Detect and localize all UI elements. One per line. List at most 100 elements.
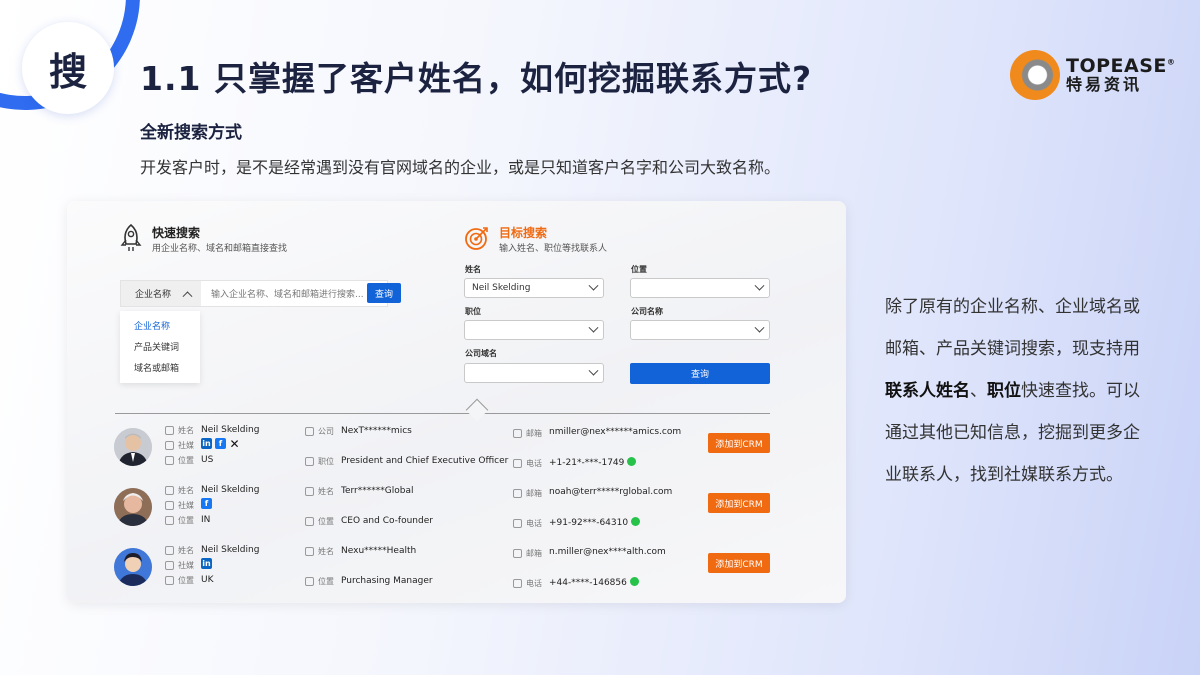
phone-icon (513, 579, 522, 588)
company-domain-label: 公司域名 (465, 349, 497, 358)
facebook-icon[interactable]: f (215, 438, 226, 449)
mail-icon (513, 429, 522, 438)
location-pin-icon (165, 576, 174, 585)
linkedin-icon[interactable]: in (201, 558, 212, 569)
building-icon (305, 427, 314, 436)
rocket-icon (119, 223, 143, 253)
logo-text-cn: 特易资讯 (1066, 74, 1143, 94)
x-icon[interactable]: ✕ (229, 437, 240, 451)
dropdown-option-keyword[interactable]: 产品关键词 (120, 338, 200, 359)
person-icon (165, 486, 174, 495)
contact-title: President and Chief Executive Officer (341, 456, 509, 466)
social-icon (165, 501, 174, 510)
contact-company: Nexu*****Health (341, 546, 417, 556)
search-type-dropdown: 企业名称 产品关键词 域名或邮箱 (120, 311, 200, 383)
quick-search-bar: 企业名称 输入企业名称、域名和邮箱进行搜索... (120, 280, 388, 307)
section-description: 开发客户时，是不是经常遇到没有官网域名的企业，或是只知道客户名字和公司大致名称。 (140, 158, 781, 177)
linkedin-icon[interactable]: in (201, 438, 212, 449)
quick-search-subtitle: 用企业名称、域名和邮箱直接查找 (152, 244, 288, 254)
person-icon (165, 546, 174, 555)
quick-search-button[interactable]: 查询 (367, 283, 401, 303)
contact-title: CEO and Co-founder (341, 516, 433, 526)
contact-phone: +44-****-146856 (549, 577, 639, 588)
facebook-icon[interactable]: f (201, 498, 212, 509)
position-select[interactable] (464, 320, 604, 340)
company-domain-select[interactable] (464, 363, 604, 383)
name-select[interactable]: Neil Skelding (464, 278, 604, 298)
section-badge: 搜 (22, 22, 114, 114)
mail-icon (513, 489, 522, 498)
location-pin-icon (165, 516, 174, 525)
target-icon (464, 225, 490, 251)
mail-icon (513, 549, 522, 558)
search-type-select[interactable]: 企业名称 (121, 281, 201, 306)
contact-email: n.miller@nex****alth.com (549, 547, 666, 557)
contact-title: Purchasing Manager (341, 576, 433, 586)
company-name-label: 公司名称 (631, 307, 663, 316)
results-divider (115, 413, 770, 414)
social-icon (165, 561, 174, 570)
contact-email: nmiller@nex******amics.com (549, 427, 682, 437)
search-panel: 快速搜索 用企业名称、域名和邮箱直接查找 企业名称 输入企业名称、域名和邮箱进行… (67, 201, 846, 603)
whatsapp-icon[interactable] (627, 457, 637, 466)
target-search-subtitle: 输入姓名、职位等找联系人 (499, 244, 608, 254)
emphasis-position: 职位 (987, 381, 1021, 401)
contact-phone: +1-21*-***-1749 (549, 457, 637, 468)
chevron-down-icon (754, 322, 765, 333)
phone-icon (513, 459, 522, 468)
contact-email: noah@terr*****rglobal.com (549, 487, 673, 497)
contact-name: Neil Skelding (201, 545, 260, 555)
location-pin-icon (165, 456, 174, 465)
chevron-down-icon (588, 280, 599, 291)
result-row: 姓名 Neil Skelding 社媒 in f ✕ 位置 US 公司 NexT… (67, 423, 846, 483)
chevron-down-icon (588, 322, 599, 333)
contact-name: Neil Skelding (201, 485, 260, 495)
add-to-crm-button[interactable]: 添加到CRM (708, 493, 770, 513)
page-title: 1.1 只掌握了客户姓名，如何挖掘联系方式? (140, 59, 813, 98)
result-row: 姓名 Neil Skelding 社媒 f 位置 IN 姓名 Terr*****… (67, 483, 846, 543)
social-icon (165, 441, 174, 450)
section-subheading: 全新搜索方式 (140, 123, 242, 143)
location-pin-icon (305, 517, 314, 526)
target-search-title: 目标搜索 (499, 226, 548, 240)
logo-text-en: TOPEASE (1066, 54, 1167, 77)
topease-logo: TOPEASE® 特易资讯 (1010, 50, 1175, 100)
building-icon (305, 487, 314, 496)
chevron-up-icon (182, 291, 193, 302)
contact-phone: +91-92***-64310 (549, 517, 641, 528)
feature-description: 除了原有的企业名称、企业域名或邮箱、产品关键词搜索，现支持用联系人姓名、职位快速… (885, 297, 1140, 485)
briefcase-icon (305, 457, 314, 466)
divider-notch (465, 398, 489, 422)
contact-location: US (201, 455, 214, 465)
quick-search-title: 快速搜索 (152, 226, 201, 240)
add-to-crm-button[interactable]: 添加到CRM (708, 433, 770, 453)
person-icon (165, 426, 174, 435)
add-to-crm-button[interactable]: 添加到CRM (708, 553, 770, 573)
whatsapp-icon[interactable] (631, 517, 641, 526)
building-icon (305, 547, 314, 556)
target-search-button[interactable]: 查询 (630, 363, 770, 384)
contact-location: IN (201, 515, 211, 525)
phone-icon (513, 519, 522, 528)
contact-company: NexT******mics (341, 426, 412, 436)
location-pin-icon (305, 577, 314, 586)
location-select[interactable] (630, 278, 770, 298)
avatar (114, 488, 152, 526)
avatar (114, 548, 152, 586)
position-label: 职位 (465, 307, 481, 316)
dropdown-option-domain[interactable]: 域名或邮箱 (120, 359, 200, 380)
result-row: 姓名 Neil Skelding 社媒 in 位置 UK 姓名 Nexu****… (67, 543, 846, 603)
company-name-select[interactable] (630, 320, 770, 340)
quick-search-input[interactable]: 输入企业名称、域名和邮箱进行搜索... (201, 287, 387, 300)
emphasis-contact-name: 联系人姓名 (885, 381, 970, 401)
avatar (114, 428, 152, 466)
name-label: 姓名 (465, 265, 481, 274)
chevron-down-icon (588, 365, 599, 376)
contact-location: UK (201, 575, 214, 585)
chevron-down-icon (754, 280, 765, 291)
dropdown-option-company[interactable]: 企业名称 (120, 317, 200, 338)
contact-company: Terr******Global (341, 486, 414, 496)
contact-name: Neil Skelding (201, 425, 260, 435)
whatsapp-icon[interactable] (629, 577, 639, 586)
location-label: 位置 (631, 265, 647, 274)
